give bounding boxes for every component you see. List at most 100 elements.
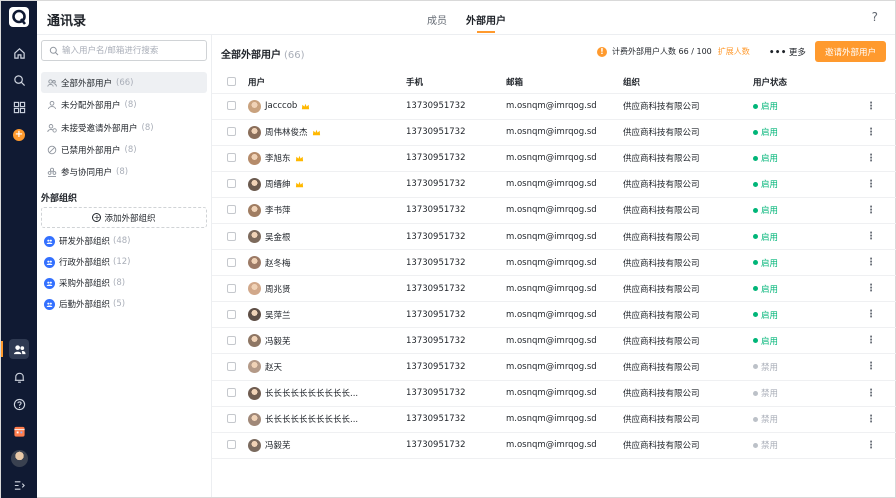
calendar-icon[interactable] xyxy=(11,423,27,439)
row-more-icon[interactable]: ⋮ xyxy=(866,205,876,216)
table-row[interactable]: 吴萍兰 13730951732 m.osnqm@imrqog.sd 供应商科技有限公司… xyxy=(212,301,896,329)
user-org: 供应商科技有限公司 xyxy=(623,119,753,146)
status-label: 启用 xyxy=(761,154,779,165)
row-more-icon[interactable]: ⋮ xyxy=(866,179,876,190)
row-checkbox[interactable] xyxy=(227,283,236,293)
row-more-icon[interactable]: ⋮ xyxy=(866,414,876,425)
row-checkbox[interactable] xyxy=(227,205,236,215)
user-name: 冯毅芜 xyxy=(265,336,291,347)
table-row[interactable]: 吴金根 13730951732 m.osnqm@imrqog.sd 供应商科技有限公司… xyxy=(212,223,896,251)
table-row[interactable]: 冯毅芜 13730951732 m.osnqm@imrqog.sd 供应商科技有限公司… xyxy=(212,327,896,355)
row-more-icon[interactable]: ⋮ xyxy=(866,361,876,372)
plus-circle-icon: + xyxy=(92,213,102,222)
table-row[interactable]: Jacccob 13730951732 m.osnqm@imrqog.sd 供应商科技… xyxy=(212,93,896,120)
org-item-purchasing[interactable]: 采购外部组织 (8) xyxy=(41,273,207,293)
status-label: 启用 xyxy=(761,232,779,243)
sidebar-item-all-external[interactable]: 全部外部用户 (66) xyxy=(41,72,207,93)
row-checkbox[interactable] xyxy=(227,179,236,189)
user-email: m.osnqm@imrqog.sd xyxy=(506,93,623,120)
sidebar-item-collaborators[interactable]: 参与协同用户 (8) xyxy=(41,161,207,182)
table-row[interactable]: 赵天 13730951732 m.osnqm@imrqog.sd 供应商科技有限公司禁… xyxy=(212,353,896,381)
row-checkbox[interactable] xyxy=(227,101,236,111)
more-button[interactable]: ••• 更多 xyxy=(769,46,806,58)
table-row[interactable]: 李书萍 13730951732 m.osnqm@imrqog.sd 供应商科技有限公司… xyxy=(212,197,896,224)
org-item-logistics[interactable]: 后勤外部组织 (5) xyxy=(41,294,207,314)
sidebar-item-unassigned[interactable]: 未分配外部用户 (8) xyxy=(41,94,207,115)
org-item-admin[interactable]: 行政外部组织 (12) xyxy=(41,252,207,272)
user-avatar xyxy=(248,125,261,139)
row-more-icon[interactable]: ⋮ xyxy=(866,231,876,242)
table-row[interactable]: 长长长长长长长长长长... 13730951732 m.osnqm@imrqog.s… xyxy=(212,406,896,433)
row-checkbox[interactable] xyxy=(227,309,236,319)
row-more-icon[interactable]: ⋮ xyxy=(866,283,876,294)
page-title: 通讯录 xyxy=(47,14,87,29)
invite-external-user-button[interactable]: 邀请外部用户 xyxy=(815,41,886,62)
table-row[interactable]: 周兆贤 13730951732 m.osnqm@imrqog.sd 供应商科技有限公司… xyxy=(212,275,896,303)
table-row[interactable]: 长长长长长长长长长长... 13730951732 m.osnqm@imrqog.s… xyxy=(212,380,896,407)
section-title-external-orgs: 外部组织 xyxy=(41,194,78,204)
row-checkbox[interactable] xyxy=(227,440,236,450)
user-name: Jacccob xyxy=(265,101,298,112)
sidebar-item-count: (8) xyxy=(124,99,137,110)
user-org: 供应商科技有限公司 xyxy=(623,353,753,381)
row-more-icon[interactable]: ⋮ xyxy=(866,335,876,346)
search-box xyxy=(41,40,207,61)
row-more-icon[interactable]: ⋮ xyxy=(866,257,876,268)
bell-icon[interactable] xyxy=(11,369,27,385)
row-more-icon[interactable]: ⋮ xyxy=(866,101,876,112)
search-input[interactable] xyxy=(62,44,202,57)
status-label: 启用 xyxy=(761,206,779,217)
expand-seats-link[interactable]: 扩展人数 xyxy=(718,46,750,57)
tab-external-users[interactable]: 外部用户 xyxy=(466,12,506,27)
status-badge: 启用 xyxy=(753,335,778,347)
status-badge: 启用 xyxy=(753,100,778,112)
row-checkbox[interactable] xyxy=(227,231,236,241)
search-icon xyxy=(49,46,59,56)
user-email: m.osnqm@imrqog.sd xyxy=(506,406,623,433)
row-checkbox[interactable] xyxy=(227,257,236,267)
sidebar-item-not-accepted[interactable]: 未接受邀请外部用户 (8) xyxy=(41,117,207,138)
user-email: m.osnqm@imrqog.sd xyxy=(506,171,623,198)
row-more-icon[interactable]: ⋮ xyxy=(866,440,876,451)
table-row[interactable]: 冯毅芜 13730951732 m.osnqm@imrqog.sd 供应商科技有限公司… xyxy=(212,432,896,459)
add-icon[interactable]: + xyxy=(13,129,25,141)
row-checkbox[interactable] xyxy=(227,127,236,137)
home-icon[interactable] xyxy=(11,45,27,61)
table-row[interactable]: 周伟林俊杰 13730951732 m.osnqm@imrqog.sd 供应商科技有限… xyxy=(212,119,896,146)
row-more-icon[interactable]: ⋮ xyxy=(866,127,876,138)
table-row[interactable]: 李旭东 13730951732 m.osnqm@imrqog.sd 供应商科技有限公司… xyxy=(212,145,896,172)
user-name: 吴金根 xyxy=(265,232,291,243)
users-icon xyxy=(47,167,57,177)
status-dot xyxy=(753,286,758,292)
org-item-rd[interactable]: 研发外部组织 (48) xyxy=(41,231,207,251)
question-icon[interactable]: ? xyxy=(872,10,878,24)
search-icon[interactable] xyxy=(11,72,27,88)
add-org-button[interactable]: + 添加外部组织 xyxy=(41,207,207,228)
avatar[interactable] xyxy=(11,450,28,467)
user-phone: 13730951732 xyxy=(406,432,506,459)
sidebar-item-label: 已禁用外部用户 xyxy=(61,145,121,156)
row-more-icon[interactable]: ⋮ xyxy=(866,309,876,320)
contacts-icon[interactable] xyxy=(9,339,29,359)
row-checkbox[interactable] xyxy=(227,414,236,424)
status-label: 启用 xyxy=(761,180,779,191)
table-row[interactable]: 周缙绅 13730951732 m.osnqm@imrqog.sd 供应商科技有限公司… xyxy=(212,171,896,198)
tab-members[interactable]: 成员 xyxy=(427,12,447,27)
help-icon[interactable] xyxy=(11,396,27,412)
user-avatar xyxy=(248,177,261,191)
user-cell: 吴金根 xyxy=(248,230,406,244)
table-row[interactable]: 赵冬梅 13730951732 m.osnqm@imrqog.sd 供应商科技有限公司… xyxy=(212,249,896,277)
row-checkbox[interactable] xyxy=(227,361,236,371)
collapse-icon[interactable] xyxy=(11,477,27,493)
row-more-icon[interactable]: ⋮ xyxy=(866,153,876,164)
row-checkbox[interactable] xyxy=(227,153,236,163)
crown-icon xyxy=(295,181,303,188)
sidebar-item-disabled[interactable]: 已禁用外部用户 (8) xyxy=(41,139,207,160)
row-checkbox[interactable] xyxy=(227,388,236,398)
row-more-icon[interactable]: ⋮ xyxy=(866,388,876,399)
apps-icon[interactable] xyxy=(11,99,27,115)
select-all-checkbox[interactable] xyxy=(227,76,236,86)
status-label: 启用 xyxy=(761,336,779,347)
row-checkbox[interactable] xyxy=(227,335,236,345)
add-org-label: 添加外部组织 xyxy=(104,213,156,224)
